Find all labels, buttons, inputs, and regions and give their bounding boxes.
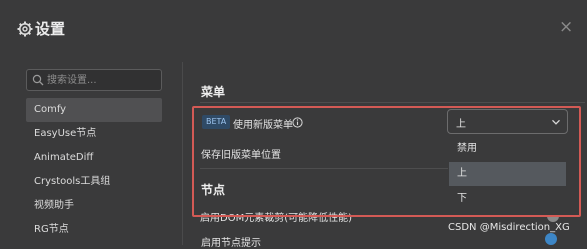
settings-content: 菜单 BETA 使用新版菜单 上 保存旧版菜单位置 节点 启用DOM元素裁剪(可… xyxy=(183,60,587,249)
option-top[interactable]: 上 xyxy=(449,162,566,186)
search-box[interactable] xyxy=(26,69,162,91)
sidebar-item-video-assistant[interactable]: 视频助手 xyxy=(26,194,162,218)
sidebar-item-rg-nodes[interactable]: RG节点 xyxy=(26,218,162,242)
chevron-down-icon xyxy=(552,119,560,125)
search-icon xyxy=(32,74,44,86)
sidebar-item-easyuse[interactable]: EasyUse节点 xyxy=(26,122,162,146)
sidebar-item-animatediff[interactable]: AnimateDiff xyxy=(26,146,162,170)
section-title-menu: 菜单 xyxy=(201,85,226,99)
dom-clip-label: 启用DOM元素裁剪(可能降低性能) xyxy=(200,213,353,224)
dialog-title: 设置 xyxy=(35,20,66,38)
sidebar-item-comfy[interactable]: Comfy xyxy=(26,98,162,122)
node-tips-toggle[interactable] xyxy=(545,233,557,245)
new-menu-dropdown: 禁用 上 下 xyxy=(449,137,566,217)
close-icon[interactable]: × xyxy=(559,17,573,37)
section-title-nodes: 节点 xyxy=(201,183,226,197)
new-menu-select-value: 上 xyxy=(456,119,466,130)
gear-icon xyxy=(17,21,33,37)
node-tips-label: 启用节点提示 xyxy=(201,238,261,249)
info-icon[interactable] xyxy=(292,117,303,128)
new-menu-select[interactable]: 上 xyxy=(447,109,568,134)
dialog-header: 设置 × xyxy=(0,0,587,60)
option-bottom[interactable]: 下 xyxy=(449,187,566,211)
search-input[interactable] xyxy=(47,72,157,88)
watermark: CSDN @Misdirection_XG xyxy=(448,222,570,233)
new-menu-label: 使用新版菜单 xyxy=(233,120,293,131)
section-divider xyxy=(200,102,585,103)
save-menu-position-label: 保存旧版菜单位置 xyxy=(201,150,281,161)
settings-sidebar: Comfy EasyUse节点 AnimateDiff Crystools工具组… xyxy=(0,60,180,245)
beta-badge: BETA xyxy=(202,115,231,129)
sidebar-item-crystools[interactable]: Crystools工具组 xyxy=(26,170,162,194)
section-divider-2 xyxy=(200,168,448,169)
option-disabled[interactable]: 禁用 xyxy=(449,137,566,161)
